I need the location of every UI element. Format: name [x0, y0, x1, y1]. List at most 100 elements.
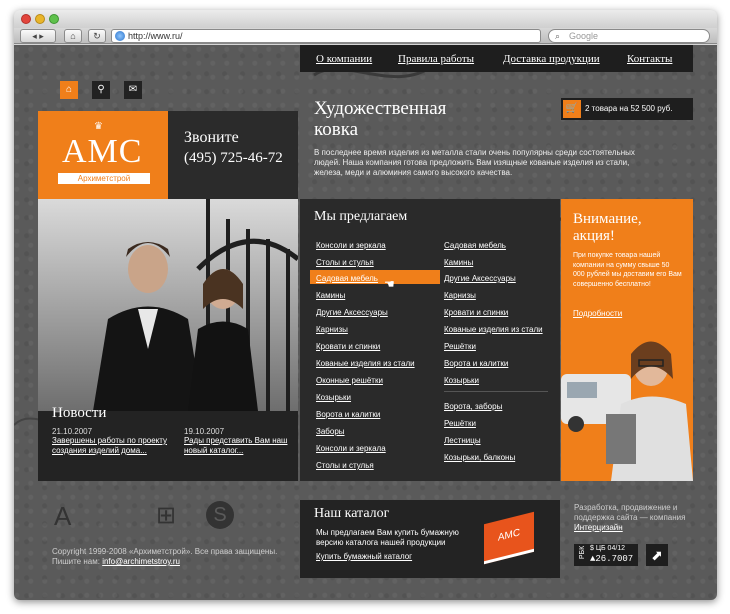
catalog-text: Мы предлагаем Вам купить бумажную версию… — [316, 528, 459, 547]
offer-right-item[interactable]: Другие Аксессуары — [444, 274, 516, 283]
offer-right-item[interactable]: Кровати и спинки — [444, 308, 508, 317]
hero-title: Художественная ковка — [314, 98, 446, 140]
back-forward-buttons[interactable]: ◂ ▸ — [20, 29, 56, 43]
copyright-text: Copyright 1999-2008 «Архиметстрой». Все … — [52, 547, 278, 556]
search-icon: ⌕ — [555, 31, 561, 41]
rbk-widget[interactable]: РБК $ ЦБ 04/12 ▲26.7007 — [574, 544, 638, 566]
top-navigation: О компании Правила работы Доставка проду… — [300, 45, 693, 72]
minimize-window-button[interactable] — [35, 14, 45, 24]
hero-title-line2: ковка — [314, 119, 359, 140]
offer-left-item[interactable]: Другие Аксессуары — [316, 308, 388, 317]
crown-icon: ♛ — [94, 121, 103, 132]
offer-panel: Мы предлагаем Консоли и зеркала Столы и … — [300, 199, 560, 481]
cart-text: 2 товара на 52 500 руб. — [585, 104, 673, 113]
offer-right-item[interactable]: Лестницы — [444, 436, 481, 445]
rbk-rate-label: $ ЦБ 04/12 — [590, 545, 626, 552]
catalog-book-icon: АМС — [484, 511, 534, 565]
offer-title: Мы предлагаем — [314, 209, 408, 224]
news-link-1-text: Завершены работы по проекту создания изд… — [52, 436, 168, 455]
close-window-button[interactable] — [21, 14, 31, 24]
search-icon[interactable]: ⚲ — [92, 81, 110, 99]
nav-delivery[interactable]: Доставка продукции — [503, 53, 600, 65]
browser-titlebar — [14, 10, 717, 28]
developer-credit: Разработка, продвижение и поддержка сайт… — [574, 503, 699, 533]
url-text: http://www.ru/ — [128, 31, 183, 41]
promo-title-line2: акция! — [573, 228, 615, 244]
offer-left-item[interactable]: Столы и стулья — [316, 461, 374, 470]
promo-text: При покупке товара нашей компании на сум… — [573, 252, 682, 288]
arrow-link-icon[interactable]: ⬈ — [646, 544, 668, 566]
browser-search-input[interactable]: ⌕ Google — [548, 29, 710, 43]
news-date-2: 19.10.2007 — [184, 427, 225, 436]
browser-window: ◂ ▸ ⌂ ↻ http://www.ru/ ⌕ Google ⌂ ⚲ ✉ О … — [14, 10, 717, 600]
home-page-icon[interactable]: ⌂ — [60, 81, 78, 99]
promo-link[interactable]: Подробности — [573, 309, 622, 318]
email-link[interactable]: info@archimetstroy.ru — [102, 557, 180, 566]
s-logo-icon: S — [206, 501, 234, 529]
offer-right-item[interactable]: Камины — [444, 258, 473, 267]
call-label: Звоните — [184, 129, 239, 146]
offer-left-item[interactable]: Кованые изделия из стали — [316, 359, 415, 368]
logo[interactable]: ♛ AMC Архиметстрой — [38, 111, 168, 199]
offer-right-item[interactable]: Кованые изделия из стали — [444, 325, 543, 334]
home-icon[interactable]: ⌂ — [64, 29, 82, 43]
promo-title-line1: Внимание, — [573, 211, 642, 227]
nav-rules[interactable]: Правила работы — [398, 53, 474, 65]
dev-company-link[interactable]: Интерцизайн — [574, 523, 623, 532]
footer-copyright: Copyright 1999-2008 «Архиметстрой». Все … — [52, 547, 302, 567]
nav-contacts[interactable]: Контакты — [627, 53, 672, 65]
logo-text: AMC — [62, 133, 143, 170]
offer-right-item[interactable]: Садовая мебель — [444, 241, 506, 250]
windows-icon: ⊞ — [156, 502, 177, 529]
offer-right-item[interactable]: Карнизы — [444, 291, 476, 300]
news-title: Новости — [52, 405, 107, 421]
offer-left-item[interactable]: Оконные решётки — [316, 376, 383, 385]
offer-left-item[interactable]: Столы и стулья — [316, 258, 374, 267]
offer-right-item[interactable]: Козырьки, балконы — [444, 453, 515, 462]
offer-left-item[interactable]: Ворота и калитки — [316, 410, 380, 419]
offer-left-item[interactable]: Кровати и спинки — [316, 342, 380, 351]
promo-photo — [561, 341, 693, 481]
zoom-window-button[interactable] — [49, 14, 59, 24]
catalog-link[interactable]: Купить бумажный каталог — [316, 552, 412, 561]
search-placeholder: Google — [569, 31, 599, 41]
offer-left-item[interactable]: Карнизы — [316, 325, 348, 334]
news-date-1: 21.10.2007 — [52, 427, 93, 436]
offer-right-item[interactable]: Ворота, заборы — [444, 402, 502, 411]
hero-title-line1: Художественная — [314, 98, 447, 119]
page-viewport: ⌂ ⚲ ✉ О компании Правила работы Доставка… — [14, 45, 717, 600]
cart-widget[interactable]: 🛒 2 товара на 52 500 руб. — [561, 98, 693, 120]
hand-cursor-icon: ☚ — [384, 277, 395, 291]
write-label: Пишите нам: — [52, 557, 100, 566]
logo-subtitle: Архиметстрой — [58, 173, 150, 184]
offer-right-item[interactable]: Козырьки — [444, 376, 479, 385]
mail-icon[interactable]: ✉ — [124, 81, 142, 99]
offer-left-item[interactable]: Консоли и зеркала — [316, 444, 386, 453]
catalog-book-label: АМС — [497, 527, 521, 544]
couple-photo — [38, 199, 298, 411]
hero-description: В последнее время изделия из металла ста… — [314, 148, 635, 177]
offer-left-item-highlighted[interactable]: Садовая мебель — [316, 274, 378, 283]
offer-left-item[interactable]: Заборы — [316, 427, 345, 436]
call-phone: (495) 725-46-72 — [184, 150, 283, 166]
news-link-2-text: Рады представить Вам наш новый каталог..… — [184, 436, 288, 455]
browser-toolbar: ◂ ▸ ⌂ ↻ http://www.ru/ ⌕ Google — [14, 28, 717, 44]
promo-title: Внимание, акция! — [573, 211, 642, 245]
call-box: Звоните (495) 725-46-72 — [168, 111, 298, 199]
url-input[interactable]: http://www.ru/ — [111, 29, 541, 43]
offer-right-item[interactable]: Ворота и калитки — [444, 359, 508, 368]
news-link-1[interactable]: Завершены работы по проекту создания изд… — [52, 436, 174, 456]
reload-icon[interactable]: ↻ — [88, 29, 106, 43]
catalog-title: Наш каталог — [314, 506, 390, 521]
nav-about[interactable]: О компании — [316, 53, 372, 65]
adobe-icon: A — [54, 501, 72, 531]
news-link-2[interactable]: Рады представить Вам наш новый каталог..… — [184, 436, 292, 456]
offer-right-item[interactable]: Решётки — [444, 419, 476, 428]
rbk-rate: ▲26.7007 — [590, 554, 634, 564]
offer-left-item[interactable]: Козырьки — [316, 393, 351, 402]
offer-left-item[interactable]: Консоли и зеркала — [316, 241, 386, 250]
rbk-label: РБК — [579, 545, 587, 560]
offer-left-item[interactable]: Камины — [316, 291, 345, 300]
offer-divider — [444, 391, 548, 392]
offer-right-item[interactable]: Решётки — [444, 342, 476, 351]
